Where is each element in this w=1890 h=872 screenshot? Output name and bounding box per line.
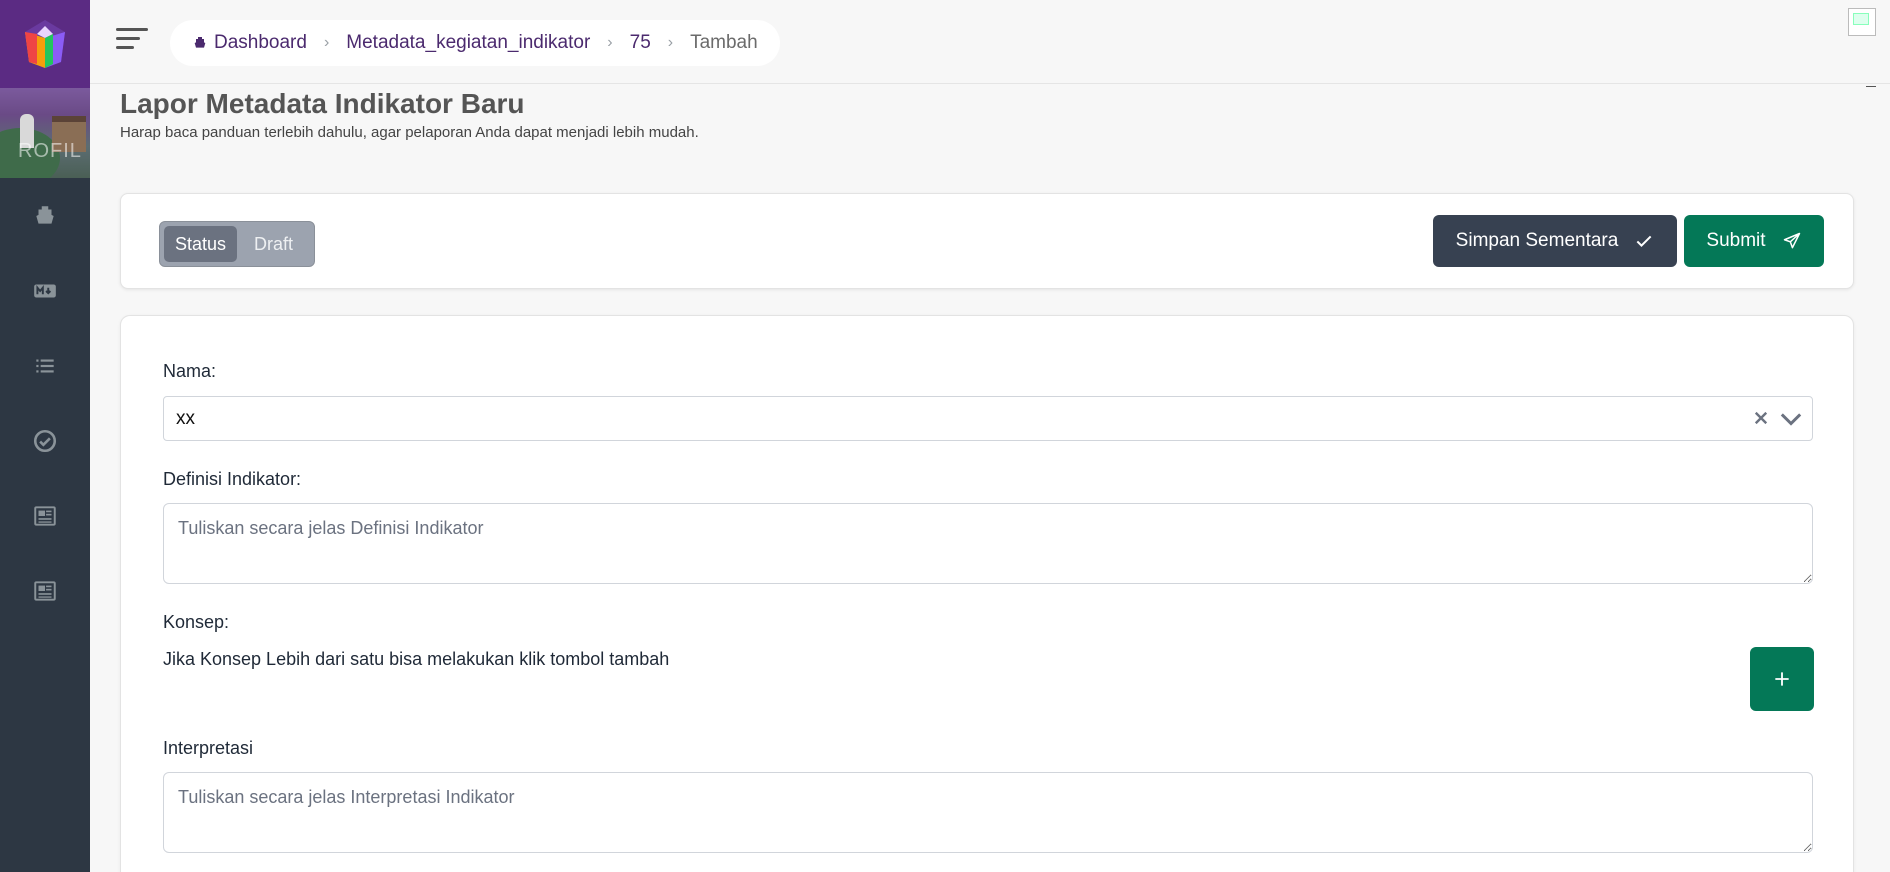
breadcrumb-dashboard-label: Dashboard [214, 32, 307, 53]
divider [1866, 86, 1876, 87]
page-title: Lapor Metadata Indikator Baru [120, 88, 525, 119]
list-icon [36, 359, 54, 372]
submit-button[interactable]: Submit [1684, 215, 1824, 267]
chevron-right-icon: › [323, 34, 330, 51]
ship-icon [194, 37, 206, 48]
nama-label: Nama: [163, 361, 217, 381]
menu-toggle-icon[interactable] [116, 28, 148, 52]
konsep-label: Konsep: [163, 612, 230, 632]
nama-select[interactable]: xx [163, 396, 1813, 441]
definisi-label: Definisi Indikator: [163, 469, 302, 489]
ship-icon [36, 205, 54, 224]
form-card: Nama: xx Definisi Indikator: Konsep: Jik… [120, 315, 1854, 872]
check-circle-icon [33, 429, 57, 452]
sidebar-banner: ROFIL [0, 88, 90, 178]
app-logo[interactable] [0, 0, 90, 88]
toggle-status[interactable]: Status [164, 226, 237, 262]
breadcrumb-metadata[interactable]: Metadata_kegiatan_indikator [346, 32, 590, 54]
interpretasi-label: Interpretasi [163, 738, 254, 758]
newspaper-icon [34, 580, 56, 601]
save-draft-label: Simpan Sementara [1455, 230, 1619, 251]
newspaper-icon [34, 505, 56, 526]
sidebar-item-markdown[interactable] [0, 253, 90, 328]
definisi-textarea[interactable] [163, 503, 1813, 584]
sidebar-item-check[interactable] [0, 403, 90, 478]
chevron-down-icon[interactable] [1780, 410, 1802, 428]
konsep-help-text: Jika Konsep Lebih dari satu bisa melakuk… [163, 649, 670, 669]
user-avatar[interactable] [1848, 8, 1876, 36]
toggle-draft[interactable]: Draft [237, 226, 310, 262]
markdown-icon [34, 284, 56, 297]
sidebar-item-dashboard[interactable] [0, 178, 90, 253]
page-subtitle: Harap baca panduan terlebih dahulu, agar… [120, 124, 699, 141]
save-draft-button[interactable]: Simpan Sementara [1433, 215, 1677, 267]
breadcrumb-current: Tambah [690, 32, 758, 53]
banner-text: ROFIL [18, 140, 82, 162]
breadcrumb-id[interactable]: 75 [630, 32, 651, 54]
plus-icon [1775, 672, 1789, 686]
status-card: Status Draft Simpan Sementara Submit [120, 193, 1854, 289]
interpretasi-textarea[interactable] [163, 772, 1813, 853]
sidebar: ROFIL [0, 0, 90, 872]
add-konsep-button[interactable] [1750, 647, 1814, 711]
chevron-right-icon: › [667, 34, 674, 51]
nama-value: xx [176, 407, 195, 429]
topbar: Dashboard › Metadata_kegiatan_indikator … [90, 0, 1890, 87]
check-icon [1636, 235, 1652, 247]
submit-label: Submit [1706, 230, 1766, 251]
sidebar-item-news-2[interactable] [0, 553, 90, 628]
breadcrumb: Dashboard › Metadata_kegiatan_indikator … [170, 20, 780, 66]
gem-logo-icon [25, 20, 65, 68]
breadcrumb-dashboard[interactable]: Dashboard [192, 32, 307, 54]
sidebar-item-list[interactable] [0, 328, 90, 403]
send-icon [1783, 232, 1800, 249]
sidebar-item-news-1[interactable] [0, 478, 90, 553]
status-toggle[interactable]: Status Draft [159, 221, 315, 267]
clear-icon[interactable] [1752, 409, 1770, 427]
chevron-right-icon: › [607, 34, 613, 51]
